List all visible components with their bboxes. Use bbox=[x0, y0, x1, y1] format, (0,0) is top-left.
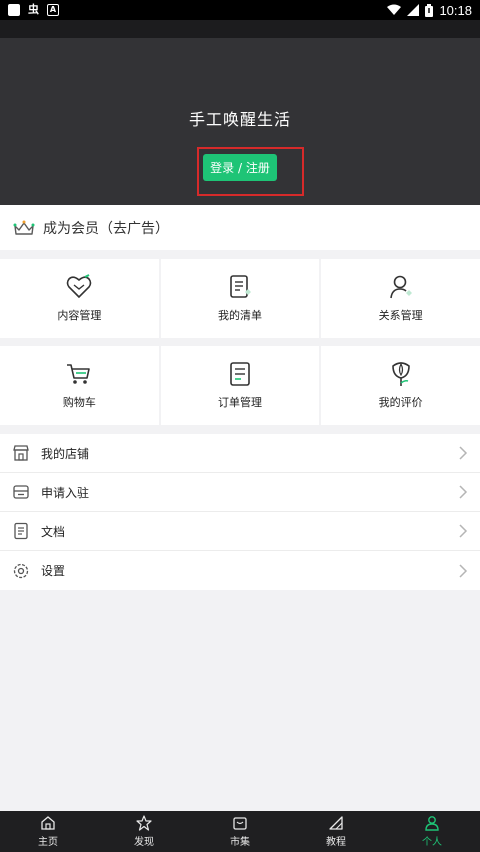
grid-my-reviews[interactable]: 我的评价 bbox=[321, 346, 480, 425]
status-bar: 虫 A 10:18 bbox=[0, 0, 480, 20]
tab-market[interactable]: 市集 bbox=[192, 811, 288, 852]
cart-icon bbox=[67, 364, 91, 384]
profile-header: 手工唤醒生活 登录 / 注册 bbox=[0, 38, 480, 205]
menu-label: 申请入驻 bbox=[41, 485, 90, 500]
grid-order-management[interactable]: 订单管理 bbox=[160, 346, 320, 425]
grid-label: 我的清单 bbox=[218, 309, 262, 322]
tutorial-icon bbox=[329, 816, 343, 830]
tab-tutorial[interactable]: 教程 bbox=[288, 811, 384, 852]
function-grid-2: 购物车 订单管理 我的评价 bbox=[0, 346, 480, 425]
profile-icon bbox=[425, 816, 439, 831]
flower-review-icon bbox=[391, 362, 410, 386]
store-icon bbox=[13, 445, 29, 461]
top-strip bbox=[0, 20, 480, 38]
user-relation-icon bbox=[389, 275, 412, 299]
menu-label: 设置 bbox=[41, 564, 66, 578]
app-title: 手工唤醒生活 bbox=[188, 110, 291, 129]
signal-icon bbox=[407, 4, 420, 16]
crown-icon bbox=[13, 220, 35, 235]
menu-label: 文档 bbox=[41, 524, 66, 539]
chevron-right-icon bbox=[459, 563, 468, 578]
list-note-icon bbox=[230, 275, 251, 298]
home-icon bbox=[41, 816, 55, 830]
document-icon bbox=[14, 522, 28, 540]
heart-tag-icon bbox=[67, 274, 92, 299]
bug-notification-icon: 虫 bbox=[28, 3, 39, 16]
tab-label: 个人 bbox=[422, 837, 442, 848]
vip-label: 成为会员（去广告） bbox=[43, 220, 169, 237]
grid-relation-management[interactable]: 关系管理 bbox=[321, 259, 480, 338]
menu-settings[interactable]: 设置 bbox=[0, 551, 480, 590]
vip-member-row[interactable]: 成为会员（去广告） bbox=[0, 205, 480, 250]
wifi-icon bbox=[387, 4, 402, 15]
chevron-right-icon bbox=[459, 485, 468, 499]
battery-icon bbox=[425, 3, 434, 17]
grid-label: 我的评价 bbox=[378, 396, 423, 409]
menu-documents[interactable]: 文档 bbox=[0, 512, 480, 551]
tab-discover[interactable]: 发现 bbox=[96, 811, 192, 852]
menu-label: 我的店铺 bbox=[41, 446, 90, 461]
menu-my-store[interactable]: 我的店铺 bbox=[0, 434, 480, 473]
menu-list: 我的店铺 申请入驻 文档 设置 bbox=[0, 434, 480, 590]
grid-shopping-cart[interactable]: 购物车 bbox=[0, 346, 159, 425]
chevron-right-icon bbox=[459, 446, 468, 460]
apply-icon bbox=[13, 485, 29, 499]
discover-icon bbox=[136, 815, 152, 831]
clock: 10:18 bbox=[439, 2, 472, 18]
tab-label: 教程 bbox=[326, 837, 346, 848]
bottom-tab-bar: 主页 发现 市集 教程 个人 bbox=[0, 811, 480, 852]
tab-label: 发现 bbox=[134, 837, 154, 848]
grid-label: 内容管理 bbox=[57, 309, 102, 322]
grid-content-management[interactable]: 内容管理 bbox=[0, 259, 159, 338]
order-icon bbox=[230, 362, 250, 386]
market-icon bbox=[233, 817, 247, 830]
grid-label: 订单管理 bbox=[218, 396, 262, 409]
grid-label: 购物车 bbox=[62, 396, 96, 409]
menu-apply-settle[interactable]: 申请入驻 bbox=[0, 473, 480, 512]
a-notification-icon: A bbox=[47, 4, 59, 16]
function-grid-1: 内容管理 我的清单 关系管理 bbox=[0, 259, 480, 338]
settings-icon bbox=[13, 563, 29, 578]
grid-my-list[interactable]: 我的清单 bbox=[160, 259, 320, 338]
tab-label: 市集 bbox=[230, 837, 250, 848]
app-notification-icon bbox=[8, 4, 20, 16]
tab-profile[interactable]: 个人 bbox=[384, 811, 480, 852]
tab-home[interactable]: 主页 bbox=[0, 811, 96, 852]
grid-label: 关系管理 bbox=[378, 309, 423, 322]
tab-label: 主页 bbox=[38, 837, 58, 848]
login-register-button[interactable]: 登录 / 注册 bbox=[203, 154, 277, 181]
chevron-right-icon bbox=[459, 524, 468, 538]
